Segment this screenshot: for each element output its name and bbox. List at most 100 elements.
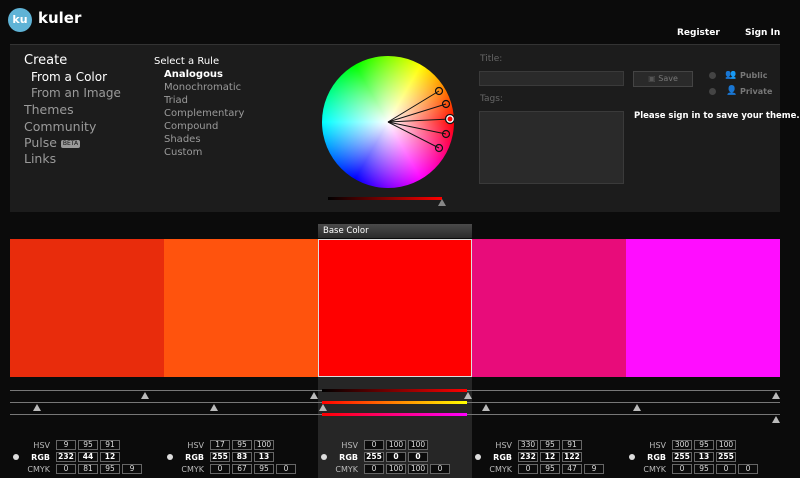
rgb-value-field[interactable]: 12	[540, 452, 560, 462]
cmyk-value-field[interactable]: 95	[540, 464, 560, 474]
rgb-value-field[interactable]: 12	[100, 452, 120, 462]
copy-color-icon[interactable]	[167, 454, 173, 460]
color-swatch[interactable]	[472, 239, 626, 377]
slider-handle[interactable]	[772, 416, 780, 423]
cmyk-value-field[interactable]: 100	[386, 464, 406, 474]
rgb-value-field[interactable]: 255	[364, 452, 384, 462]
nav-from-an-image[interactable]: From an Image	[31, 86, 121, 100]
copy-color-icon[interactable]	[13, 454, 19, 460]
copy-color-icon[interactable]	[475, 454, 481, 460]
slider-handle[interactable]	[464, 392, 472, 399]
hsv-value-field[interactable]: 300	[672, 440, 692, 450]
cmyk-value-field[interactable]: 0	[518, 464, 538, 474]
hsv-value-field[interactable]: 95	[232, 440, 252, 450]
cmyk-value-field[interactable]: 100	[408, 464, 428, 474]
rgb-value-field[interactable]: 122	[562, 452, 582, 462]
rule-complementary[interactable]: Complementary	[164, 107, 244, 120]
cmyk-value-field[interactable]: 0	[56, 464, 76, 474]
copy-color-icon[interactable]	[321, 454, 327, 460]
slider-handle[interactable]	[310, 392, 318, 399]
harmony-markers[interactable]	[322, 56, 454, 188]
rule-custom[interactable]: Custom	[164, 146, 244, 159]
nav-themes[interactable]: Themes	[24, 102, 74, 117]
color-swatch[interactable]	[10, 239, 164, 377]
tags-input[interactable]	[479, 111, 624, 184]
kuler-logo-icon[interactable]: ku	[8, 8, 32, 32]
public-radio[interactable]	[709, 72, 716, 79]
rgb-value-field[interactable]: 232	[56, 452, 76, 462]
cmyk-value-field[interactable]: 95	[100, 464, 120, 474]
sign-in-link[interactable]: Sign In	[745, 28, 780, 38]
hsv-value-field[interactable]: 17	[210, 440, 230, 450]
slider-handle[interactable]	[33, 404, 41, 411]
hsv-value-field[interactable]: 100	[386, 440, 406, 450]
rgb-value-field[interactable]: 255	[716, 452, 736, 462]
nav-pulse[interactable]: Pulse BETA	[24, 135, 81, 150]
hsv-value-field[interactable]: 9	[56, 440, 76, 450]
cmyk-value-field[interactable]: 0	[672, 464, 692, 474]
rgb-value-field[interactable]: 0	[386, 452, 406, 462]
register-link[interactable]: Register	[677, 28, 720, 38]
cmyk-value-field[interactable]: 0	[716, 464, 736, 474]
color-swatch[interactable]	[164, 239, 318, 377]
cmyk-value-field[interactable]: 0	[430, 464, 450, 474]
slider-handle[interactable]	[210, 404, 218, 411]
hsv-value-field[interactable]: 95	[78, 440, 98, 450]
brightness-slider[interactable]	[328, 197, 442, 200]
cmyk-value-field[interactable]: 81	[78, 464, 98, 474]
hsv-value-field[interactable]: 91	[562, 440, 582, 450]
hsv-value-field[interactable]: 100	[254, 440, 274, 450]
slider-handle[interactable]	[772, 392, 780, 399]
rgb-value-field[interactable]: 255	[672, 452, 692, 462]
cmyk-value-field[interactable]: 95	[694, 464, 714, 474]
hsv-value-field[interactable]: 95	[540, 440, 560, 450]
cmyk-value-field[interactable]: 0	[276, 464, 296, 474]
title-input[interactable]	[479, 71, 624, 86]
rgb-value-field[interactable]: 255	[210, 452, 230, 462]
save-button[interactable]: ▣ Save	[633, 71, 693, 87]
cmyk-value-field[interactable]: 9	[584, 464, 604, 474]
copy-color-icon[interactable]	[629, 454, 635, 460]
rgb-value-field[interactable]: 13	[254, 452, 274, 462]
base-saturation-bar[interactable]	[322, 413, 467, 416]
brightness-slider-handle[interactable]	[438, 199, 446, 206]
nav-community[interactable]: Community	[24, 119, 96, 134]
cmyk-value-field[interactable]: 95	[254, 464, 274, 474]
rgb-value-field[interactable]: 232	[518, 452, 538, 462]
rule-analogous[interactable]: Analogous	[164, 68, 244, 81]
rule-triad[interactable]: Triad	[164, 94, 244, 107]
rule-compound[interactable]: Compound	[164, 120, 244, 133]
hsv-value-field[interactable]: 91	[100, 440, 120, 450]
rule-shades[interactable]: Shades	[164, 133, 244, 146]
rgb-value-field[interactable]: 13	[694, 452, 714, 462]
hsv-value-field[interactable]: 0	[364, 440, 384, 450]
nav-from-a-color[interactable]: From a Color	[31, 70, 107, 84]
rgb-value-field[interactable]: 0	[408, 452, 428, 462]
rgb-value-field[interactable]: 83	[232, 452, 252, 462]
app-name: kuler	[38, 9, 82, 27]
nav-create[interactable]: Create	[24, 53, 67, 68]
cmyk-value-field[interactable]: 0	[210, 464, 230, 474]
nav-links[interactable]: Links	[24, 151, 56, 166]
cmyk-value-field[interactable]: 67	[232, 464, 252, 474]
slider-handle[interactable]	[482, 404, 490, 411]
base-brightness-bar[interactable]	[322, 389, 467, 392]
private-radio[interactable]	[709, 88, 716, 95]
base-hue-bar[interactable]	[322, 401, 467, 404]
hsv-value-field[interactable]: 95	[694, 440, 714, 450]
cmyk-value-field[interactable]: 0	[364, 464, 384, 474]
hsv-value-field[interactable]: 100	[716, 440, 736, 450]
rule-monochromatic[interactable]: Monochromatic	[164, 81, 244, 94]
hsv-value-field[interactable]: 330	[518, 440, 538, 450]
cmyk-value-field[interactable]: 0	[738, 464, 758, 474]
slider-handle[interactable]	[319, 404, 327, 411]
hsv-value-field[interactable]: 100	[408, 440, 428, 450]
slider-handle[interactable]	[633, 404, 641, 411]
cmyk-value-field[interactable]: 9	[122, 464, 142, 474]
tags-label: Tags:	[480, 94, 503, 104]
color-swatch[interactable]	[626, 239, 780, 377]
cmyk-value-field[interactable]: 47	[562, 464, 582, 474]
rgb-value-field[interactable]: 44	[78, 452, 98, 462]
base-color-swatch[interactable]	[318, 239, 472, 377]
slider-handle[interactable]	[141, 392, 149, 399]
